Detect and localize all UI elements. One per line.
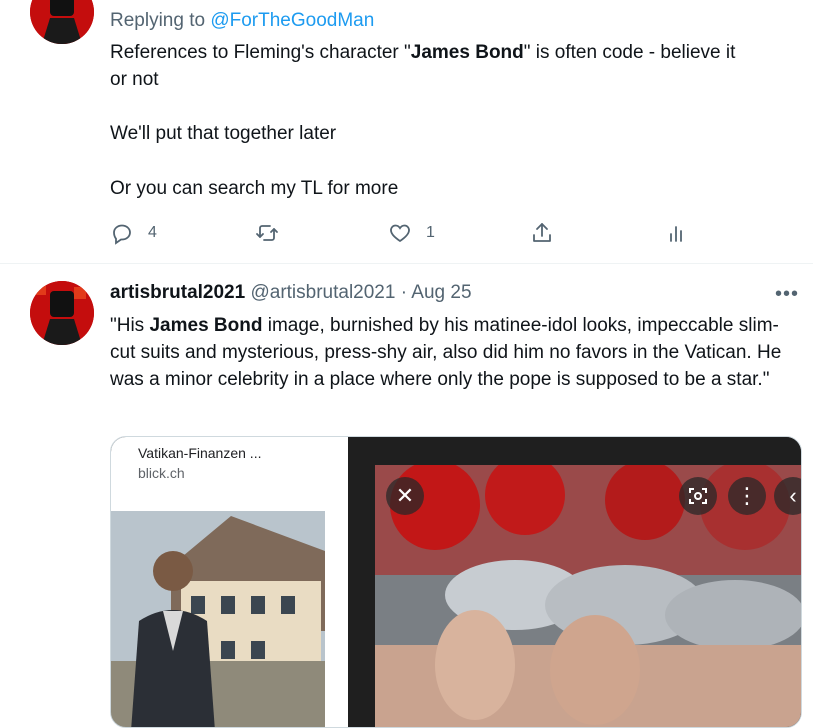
replying-to-line: Replying to @ForTheGoodMan [110,10,374,32]
reply-paragraph-2: We'll put that together later [110,123,337,144]
tweet-date[interactable]: Aug 25 [411,282,471,303]
share-button[interactable] [530,218,554,248]
photo-viewer: ✕ ⋮ ‹ [348,437,801,727]
reply-tweet-text: References to Fleming's character "James… [110,39,800,93]
user-handle[interactable]: @artisbrutal2021 [250,282,395,303]
like-count: 1 [426,224,435,241]
retweet-button[interactable] [255,218,293,248]
reply-tweet-actions: 4 1 [110,218,710,248]
main-text-bold: James Bond [149,315,263,336]
card-photo [111,511,325,727]
lens-icon [689,488,707,504]
close-icon: ✕ [395,483,415,508]
chevron-left-icon: ‹ [789,483,797,508]
reply-text-bold: James Bond [410,42,524,63]
reply-text-line2: or not [110,69,159,90]
analytics-button[interactable] [665,218,689,248]
avatar-image [30,281,94,345]
card-title: Vatikan-Finanzen ... [138,445,262,461]
more-options-icon[interactable]: ••• [775,283,799,306]
close-photo-button[interactable]: ✕ [386,477,424,515]
share-icon [533,223,551,242]
reply-button[interactable]: 4 [110,218,157,248]
reply-text-part1: References to Fleming's character " [110,42,411,63]
main-tweet-text: "His James Bond image, burnished by his … [110,312,795,393]
avatar-image [30,0,94,44]
tweet-media-image[interactable]: Vatikan-Finanzen ... blick.ch ✕ ⋮ ‹ [110,436,802,728]
reply-text-part2: " is often code - believe it [523,42,736,63]
tweet-header: artisbrutal2021 @artisbrutal2021 · Aug 2… [110,282,472,304]
header-separator: · [400,282,408,303]
replying-handle-link[interactable]: @ForTheGoodMan [210,10,374,31]
avatar[interactable] [30,0,94,44]
reply-count: 4 [148,224,157,241]
heart-icon [390,224,410,243]
main-text-part1: "His [110,315,150,336]
replying-prefix: Replying to [110,10,206,31]
retweet-icon [256,225,278,241]
kebab-icon: ⋮ [736,483,758,508]
lens-search-button[interactable] [679,477,717,515]
avatar[interactable] [30,281,94,345]
reply-icon [113,224,131,245]
kebab-menu-button[interactable]: ⋮ [728,477,766,515]
card-source: blick.ch [138,465,185,481]
display-name[interactable]: artisbrutal2021 [110,282,245,303]
search-result-card: Vatikan-Finanzen ... blick.ch [111,437,348,727]
analytics-icon [670,226,682,242]
like-button[interactable]: 1 [388,218,435,248]
reply-paragraph-3: Or you can search my TL for more [110,178,399,199]
tweet-divider [0,263,813,264]
